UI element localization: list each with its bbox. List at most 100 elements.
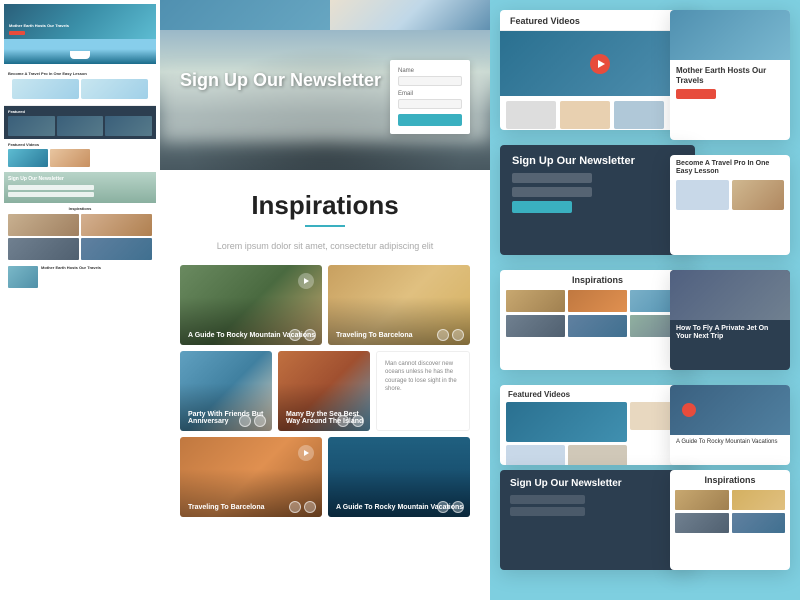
- left-inspirations: Inspirations: [4, 203, 156, 263]
- r-fb-title: Featured Videos: [508, 390, 687, 399]
- left-form-field-2: [8, 192, 94, 197]
- r-me-title: Mother Earth Hosts Our Travels: [676, 66, 784, 85]
- r-travel-pro-card: Become A Travel Pro In One Easy Lesson: [670, 155, 790, 255]
- insp-row-2: Party With Friends But Anniversary Many …: [180, 351, 470, 431]
- r-nlb-input-1[interactable]: [510, 495, 585, 504]
- r-fb-cell-3: [506, 445, 565, 465]
- left-hero-cta[interactable]: [9, 31, 25, 35]
- left-travel-pro: Become A Travel Pro In One Easy Lesson: [4, 68, 156, 106]
- r-nl-input-1[interactable]: [512, 173, 592, 183]
- left-newsletter-title: Sign Up Our Newsletter: [8, 176, 152, 182]
- r-nl-input-2[interactable]: [512, 187, 592, 197]
- r-tp-img-1: [676, 180, 729, 210]
- insp-icon-6: [254, 415, 266, 427]
- r-insp-bc-cell-1: [675, 490, 729, 510]
- r-me-hero-image: [670, 10, 790, 60]
- left-featured-item-2: [57, 116, 104, 136]
- insp-card-beach[interactable]: Party With Friends But Anniversary: [180, 351, 272, 431]
- r-thumb-small-2: [560, 101, 610, 129]
- r-insp-bc-cell-2: [732, 490, 786, 510]
- insp-card-gg-label: Traveling To Barcelona: [188, 504, 265, 511]
- form-email-input[interactable]: [398, 99, 462, 109]
- insp-card-rocky-play[interactable]: [298, 273, 314, 289]
- insp-card-desert-icons: [437, 329, 464, 341]
- left-card-small-2: [81, 79, 148, 99]
- insp-card-uw-icons: [437, 501, 464, 513]
- r-insp-b-row-1: [670, 490, 790, 510]
- form-submit-btn[interactable]: [398, 114, 462, 126]
- inspirations-heading: Inspirations: [180, 190, 470, 221]
- left-insp-grid: [8, 214, 152, 260]
- left-insp-card-1: [8, 214, 79, 236]
- left-panel: Mother Earth Hosts Our Travels Become A …: [0, 0, 160, 600]
- left-video-row-1: [8, 149, 152, 167]
- left-video-thumb-2: [50, 149, 90, 167]
- insp-icon-12: [452, 501, 464, 513]
- r-tp-images: [670, 180, 790, 210]
- insp-card-text-body: Man cannot discover new oceans unless he…: [385, 360, 461, 394]
- insp-row-3: Traveling To Barcelona A Guide To Rocky …: [180, 437, 470, 517]
- middle-scroll: Sign Up Our Newsletter Name Email Inspir…: [160, 0, 490, 600]
- r-nl-title: Sign Up Our Newsletter: [500, 145, 695, 173]
- r-me-content: Mother Earth Hosts Our Travels: [670, 60, 790, 105]
- middle-panel: Sign Up Our Newsletter Name Email Inspir…: [160, 0, 490, 600]
- r-featured-bottom-card: Featured Videos: [500, 385, 695, 465]
- r-insp-cell-4: [506, 315, 565, 337]
- left-video-thumb-1: [8, 149, 48, 167]
- r-mother-earth-card: Mother Earth Hosts Our Travels: [670, 10, 790, 140]
- r-play-btn[interactable]: [590, 54, 610, 74]
- insp-card-desert[interactable]: Traveling To Barcelona: [328, 265, 470, 345]
- insp-icon-11: [437, 501, 449, 513]
- r-howto-image: [670, 270, 790, 320]
- insp-card-golden-gate[interactable]: Traveling To Barcelona: [180, 437, 322, 517]
- r-fbtr-title: A Guide To Rocky Mountain Vacations: [670, 435, 790, 451]
- left-hero-title: Mother Earth Hosts Our Travels: [9, 24, 69, 29]
- insp-card-rocky[interactable]: A Guide To Rocky Mountain Vacations: [180, 265, 322, 345]
- left-hero-overlay: Mother Earth Hosts Our Travels: [9, 24, 69, 35]
- r-nlb-input-2[interactable]: [510, 507, 585, 516]
- left-hero-image: Mother Earth Hosts Our Travels: [4, 4, 156, 39]
- left-hosts-section: Mother Earth Hosts Our Travels: [4, 263, 156, 291]
- insp-icon-1: [289, 329, 301, 341]
- newsletter-title: Sign Up Our Newsletter: [180, 70, 381, 92]
- left-featured-videos: Featured Videos: [4, 139, 156, 172]
- left-insp-card-4: [81, 238, 152, 260]
- left-insp-card-2: [81, 214, 152, 236]
- left-mockup: Mother Earth Hosts Our Travels Become A …: [0, 0, 160, 600]
- r-insp-b-title: Inspirations: [670, 470, 790, 490]
- r-nl-submit[interactable]: [512, 201, 572, 213]
- insp-icon-7: [337, 415, 349, 427]
- left-hosts-title: Mother Earth Hosts Our Travels: [41, 266, 152, 271]
- left-card-small-1: [12, 79, 79, 99]
- insp-icon-5: [239, 415, 251, 427]
- insp-card-beach-icons: [239, 415, 266, 427]
- insp-card-canyon[interactable]: Many By the Sea Best Way Around The Isla…: [278, 351, 370, 431]
- r-inspirations-card: Inspirations: [500, 270, 695, 370]
- insp-card-gg-play[interactable]: [298, 445, 314, 461]
- middle-top-hero: [160, 0, 490, 30]
- r-howto-card: How To Fly A Private Jet On Your Next Tr…: [670, 270, 790, 370]
- r-fbtr-video: [670, 385, 790, 435]
- insp-card-underwater[interactable]: A Guide To Rocky Mountain Vacations: [328, 437, 470, 517]
- r-insp-cell-5: [568, 315, 627, 337]
- newsletter-form-box: Name Email: [390, 60, 470, 134]
- r-fb-header: Featured Videos: [500, 385, 695, 402]
- form-name-input[interactable]: [398, 76, 462, 86]
- r-fbtr-play: [682, 403, 696, 417]
- middle-newsletter-section: Sign Up Our Newsletter Name Email: [160, 30, 490, 170]
- insp-card-text: Man cannot discover new oceans unless he…: [376, 351, 470, 431]
- r-featured-videos-title: Featured Videos: [510, 16, 690, 26]
- left-newsletter-section: Sign Up Our Newsletter: [4, 172, 156, 203]
- left-hero-section: Mother Earth Hosts Our Travels: [4, 4, 156, 64]
- form-name-label: Name: [398, 68, 462, 74]
- left-featured-videos-title: Featured Videos: [8, 142, 152, 147]
- right-content: Featured Videos Mother Earth Hosts Our T…: [490, 0, 800, 600]
- middle-inspirations-section: Inspirations Lorem ipsum dolor sit amet,…: [160, 170, 490, 517]
- left-hosts-image: [8, 266, 38, 288]
- insp-card-text-content: Man cannot discover new oceans unless he…: [377, 352, 469, 402]
- insp-row-1: A Guide To Rocky Mountain Vacations Trav…: [180, 265, 470, 345]
- r-nlb-form: [500, 495, 695, 516]
- insp-card-gg-icons: [289, 501, 316, 513]
- r-thumb-small-3: [614, 101, 664, 129]
- r-me-cta-btn[interactable]: [676, 89, 716, 99]
